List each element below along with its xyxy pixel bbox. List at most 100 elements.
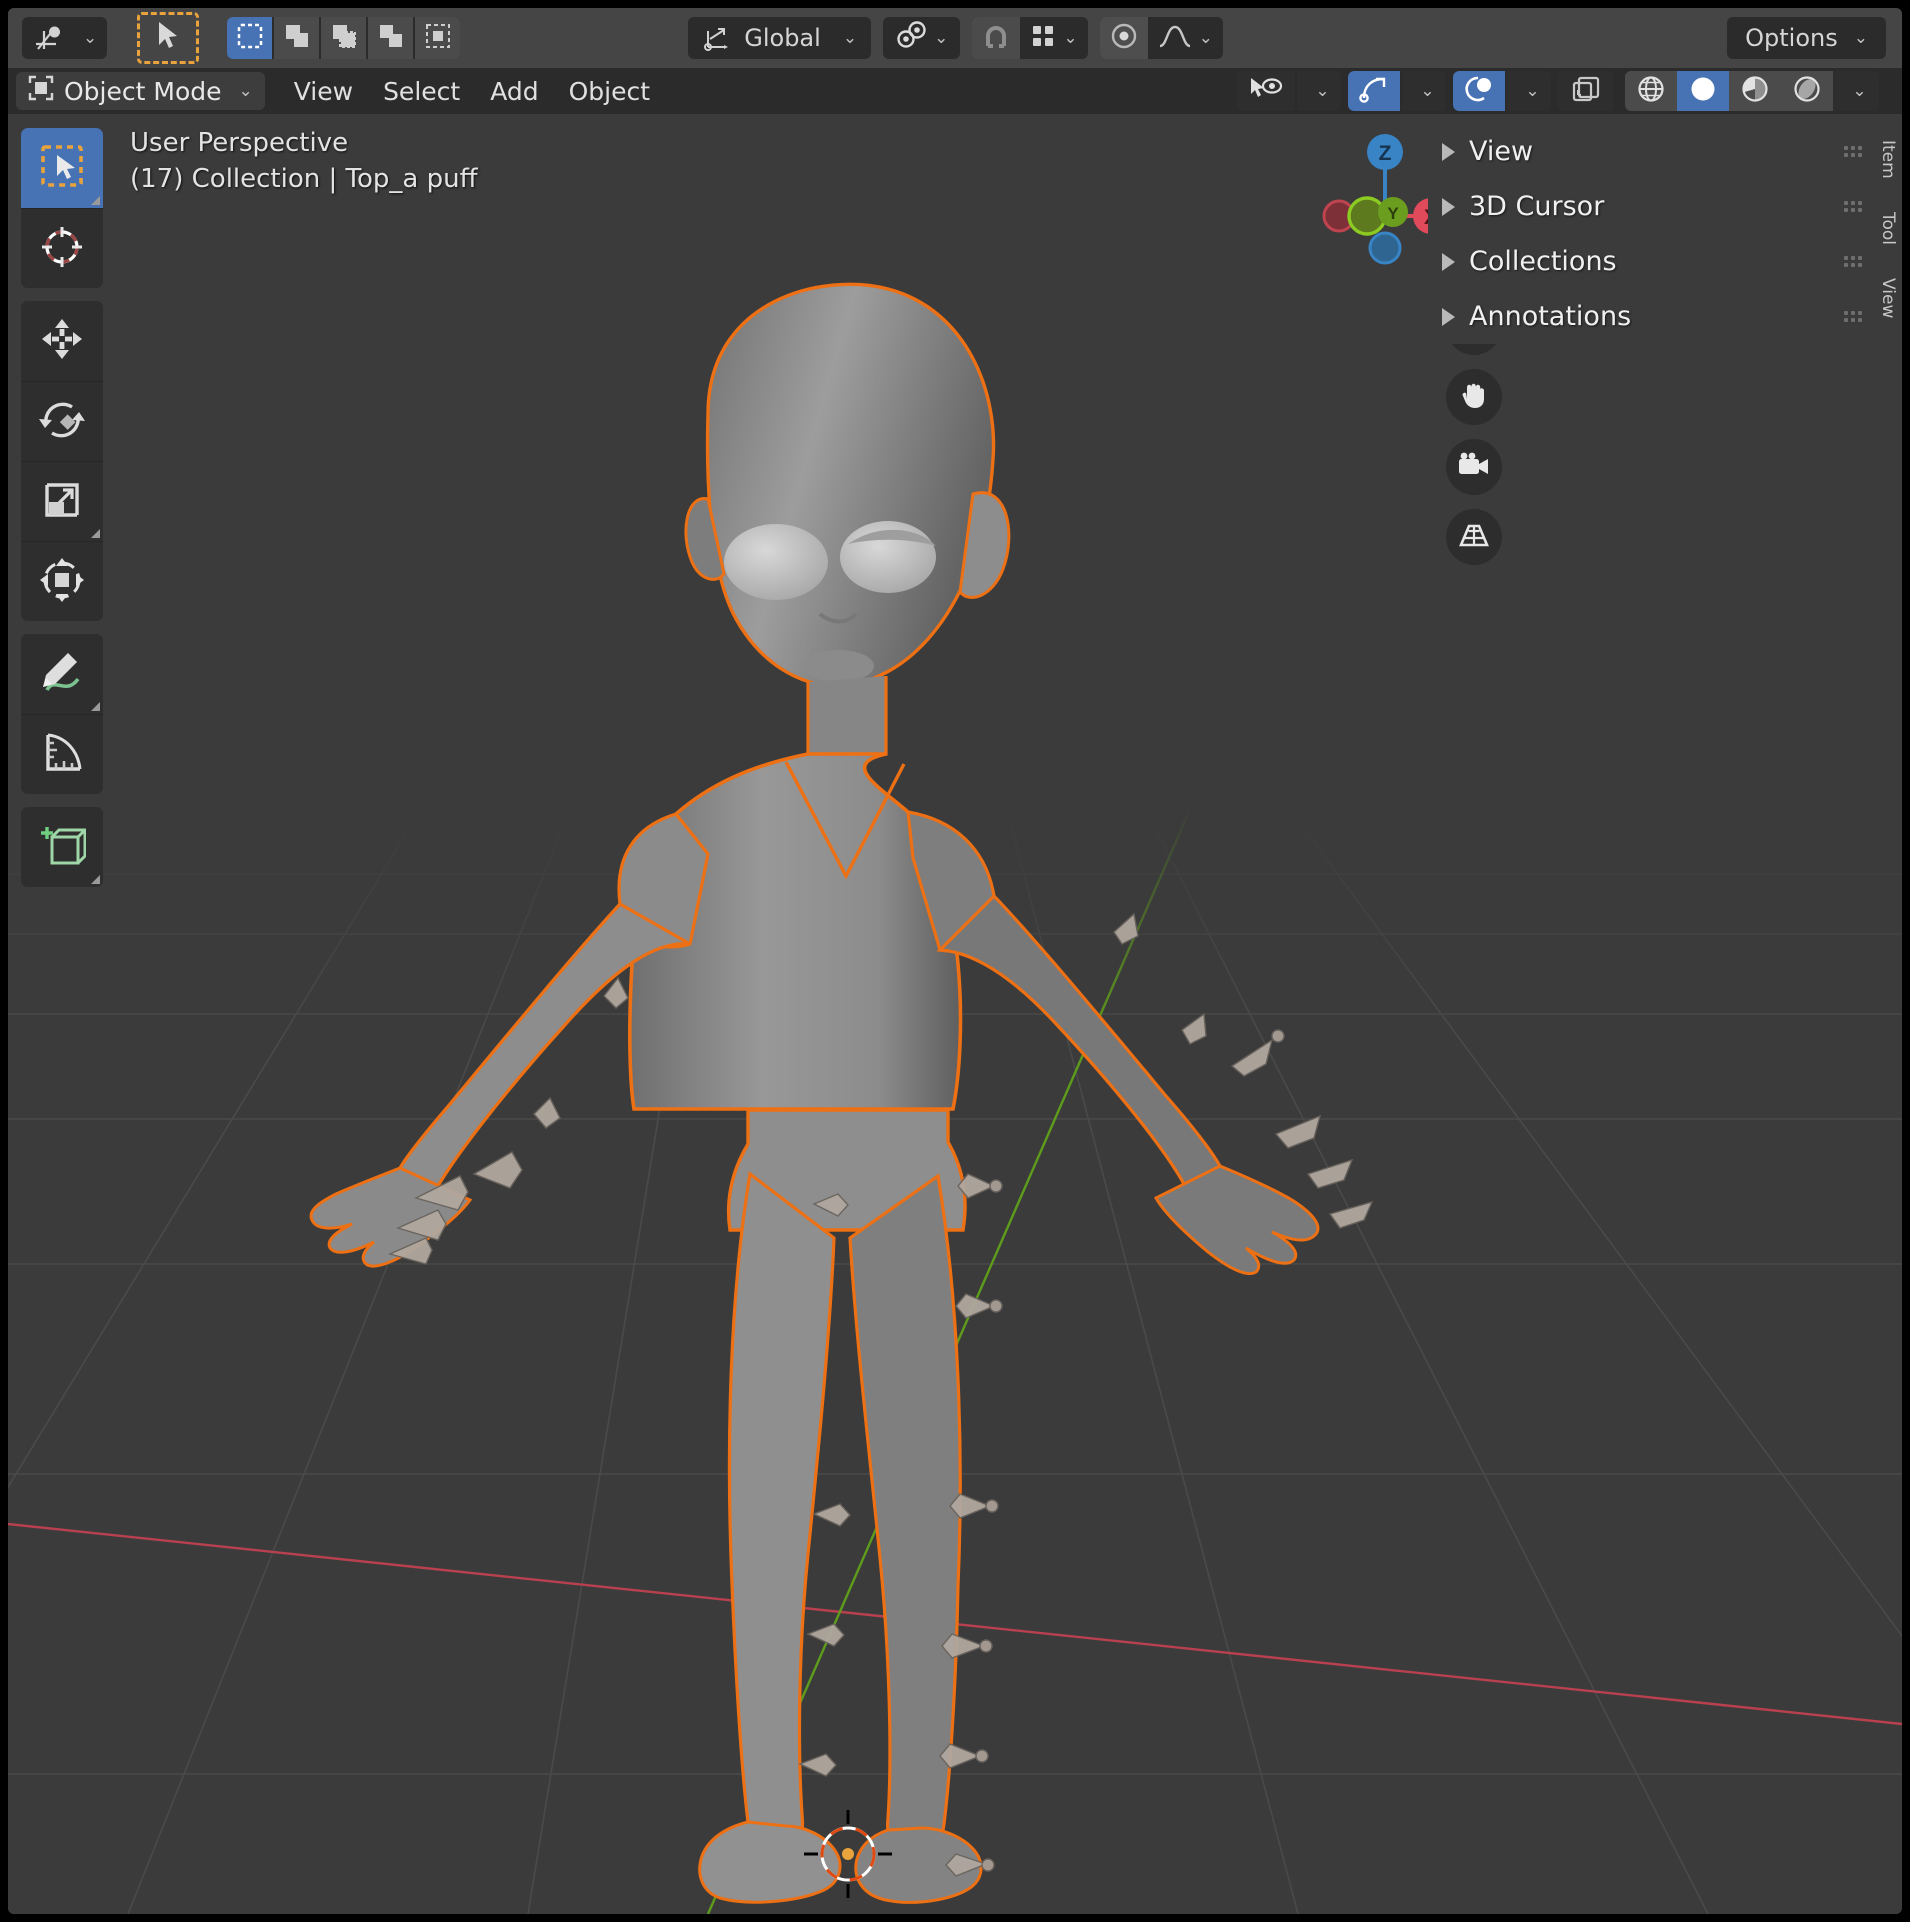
transform-icon xyxy=(38,556,86,608)
snapping-group: ⌄ xyxy=(972,17,1088,59)
chevron-down-icon: ⌄ xyxy=(1525,81,1540,101)
rotate-tool-button[interactable] xyxy=(21,381,103,461)
move-tool-button[interactable] xyxy=(21,301,103,381)
hand-icon xyxy=(1458,379,1490,415)
visibility-dropdown[interactable]: ⌄ xyxy=(1297,71,1341,111)
overlays-dropdown[interactable]: ⌄ xyxy=(1507,71,1551,111)
annotate-tool-button[interactable] xyxy=(21,634,103,714)
menu-add[interactable]: Add xyxy=(475,71,553,112)
panel-grip-icon xyxy=(1844,256,1862,267)
overlays-toggle-button[interactable] xyxy=(1453,71,1505,111)
sidebar-panel-3d-cursor[interactable]: 3D Cursor xyxy=(1428,179,1876,234)
select-invert-button[interactable] xyxy=(368,17,414,59)
pivot-point-icon xyxy=(895,21,927,55)
sidebar-tab-tool[interactable]: Tool xyxy=(1876,197,1902,259)
shading-mode-group: ⌄ xyxy=(1625,71,1879,111)
sidebar-panel-collections[interactable]: Collections xyxy=(1428,234,1876,289)
toolbar-group-annotate xyxy=(21,634,103,794)
select-intersect-button[interactable] xyxy=(415,17,461,59)
toolbar-group-add xyxy=(21,807,103,887)
svg-text:Z: Z xyxy=(1379,142,1392,165)
chevron-down-icon: ⌄ xyxy=(1852,81,1867,101)
sidebar-panel-annotations[interactable]: Annotations xyxy=(1428,289,1876,344)
character-model[interactable] xyxy=(8,114,1902,1914)
options-dropdown[interactable]: Options ⌄ xyxy=(1727,17,1886,59)
chevron-down-icon: ⌄ xyxy=(1063,28,1078,48)
sidebar-tab-view[interactable]: View xyxy=(1876,263,1902,333)
tweak-tool-button[interactable] xyxy=(21,128,103,208)
perspective-grid-icon xyxy=(1458,521,1490,553)
object-mode-icon xyxy=(28,75,54,107)
snap-grid-icon xyxy=(1030,23,1056,53)
active-tool-indicator[interactable] xyxy=(137,12,200,64)
mode-selector[interactable]: Object Mode ⌄ xyxy=(16,72,265,110)
xray-toggle-icon xyxy=(1571,75,1601,107)
pan-button[interactable] xyxy=(1446,369,1502,425)
eye-left xyxy=(724,524,828,600)
chevron-down-icon: ⌄ xyxy=(83,28,98,48)
scale-icon xyxy=(38,476,86,528)
viewport-header-right: ⌄ ⌄ ⌄ ⌄ xyxy=(1237,71,1894,111)
rendered-icon xyxy=(1793,75,1821,107)
select-extend-button[interactable] xyxy=(274,17,320,59)
proportional-editing-group: ⌄ xyxy=(1099,17,1223,59)
chevron-down-icon: ⌄ xyxy=(1198,28,1213,48)
gizmos-group: ⌄ xyxy=(1348,71,1446,111)
tool-expand-corner xyxy=(91,529,100,538)
sidebar-panel-view[interactable]: View xyxy=(1428,124,1876,179)
editor-type-button[interactable]: ⌄ xyxy=(22,17,108,59)
sidebar-panel-collections-label: Collections xyxy=(1469,246,1617,277)
menu-object[interactable]: Object xyxy=(554,71,665,112)
blender-window: ⌄ Global ⌄ ⌄ ⌄ ⌄ Options ⌄ Object Mode ⌄… xyxy=(8,8,1902,1914)
mesh-foot-left xyxy=(698,1820,842,1904)
snap-to-dropdown[interactable]: ⌄ xyxy=(1020,17,1088,59)
xray-toggle-button[interactable] xyxy=(1558,71,1614,111)
wireframe-icon xyxy=(1637,75,1665,107)
measure-tool-button[interactable] xyxy=(21,714,103,794)
scale-tool-button[interactable] xyxy=(21,461,103,541)
sidebar-tab-item[interactable]: Item xyxy=(1876,126,1902,193)
select-set-button[interactable] xyxy=(227,17,273,59)
falloff-dropdown[interactable]: ⌄ xyxy=(1148,17,1223,59)
object-visibility-group: ⌄ xyxy=(1237,71,1341,111)
gizmo-dropdown[interactable]: ⌄ xyxy=(1402,71,1446,111)
eye-cursor-icon xyxy=(1249,76,1283,106)
select-intersect-icon xyxy=(425,23,451,53)
chevron-down-icon: ⌄ xyxy=(1420,81,1435,101)
camera-view-button[interactable] xyxy=(1446,439,1502,495)
chevron-down-icon: ⌄ xyxy=(934,28,949,48)
toolbar-group-transform xyxy=(21,301,103,621)
tool-settings-header: ⌄ Global ⌄ ⌄ ⌄ ⌄ Options ⌄ xyxy=(8,8,1902,68)
3d-cursor-icon xyxy=(38,223,86,275)
select-subtract-button[interactable] xyxy=(321,17,367,59)
gizmo-toggle-button[interactable] xyxy=(1348,71,1400,111)
menu-view[interactable]: View xyxy=(279,71,368,112)
select-invert-icon xyxy=(378,23,404,53)
wireframe-shading-button[interactable] xyxy=(1625,71,1677,111)
shading-dropdown[interactable]: ⌄ xyxy=(1833,71,1879,111)
toggle-ortho-button[interactable] xyxy=(1446,509,1502,565)
pivot-point-dropdown[interactable]: ⌄ xyxy=(883,17,961,59)
add-cube-icon xyxy=(38,821,89,873)
proportional-edit-button[interactable] xyxy=(1099,17,1148,59)
measure-ruler-icon xyxy=(38,729,86,781)
visibility-button[interactable] xyxy=(1237,71,1295,111)
menu-select[interactable]: Select xyxy=(368,71,475,112)
solid-sphere-icon xyxy=(1689,75,1717,107)
solid-shading-button[interactable] xyxy=(1677,71,1729,111)
cursor-tool-button[interactable] xyxy=(21,208,103,288)
mode-label: Object Mode xyxy=(64,76,222,106)
rendered-shading-button[interactable] xyxy=(1781,71,1833,111)
transform-orientation-dropdown[interactable]: Global ⌄ xyxy=(688,17,872,59)
sidebar-panel-3d-cursor-label: 3D Cursor xyxy=(1469,191,1605,222)
overlays-group: ⌄ xyxy=(1453,71,1551,111)
material-preview-shading-button[interactable] xyxy=(1729,71,1781,111)
snap-toggle-button[interactable] xyxy=(972,17,1021,59)
chevron-right-icon xyxy=(1442,307,1455,326)
transform-tool-button[interactable] xyxy=(21,541,103,621)
chevron-down-icon: ⌄ xyxy=(1315,81,1330,101)
viewport-header: Object Mode ⌄ View Select Add Object ⌄ ⌄… xyxy=(8,68,1902,114)
add-cube-tool-button[interactable] xyxy=(21,807,103,887)
3d-viewport[interactable]: User Perspective (17) Collection | Top_a… xyxy=(8,114,1902,1914)
toolbar-group-select xyxy=(21,128,103,288)
